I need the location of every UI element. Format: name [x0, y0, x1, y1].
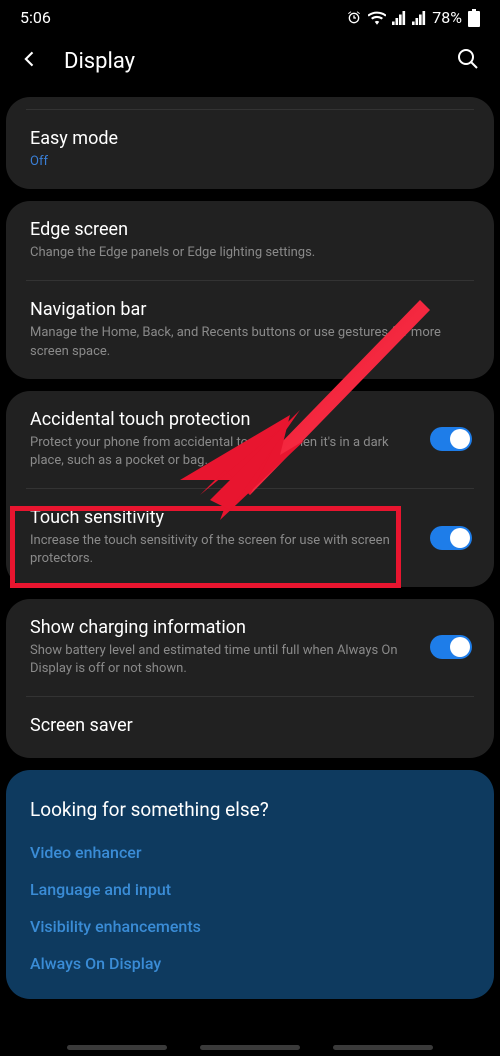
signal-icon-1 — [392, 11, 406, 25]
setting-easy-mode[interactable]: Easy mode Off — [6, 110, 494, 189]
setting-subtitle: Increase the touch sensitivity of the sc… — [30, 532, 404, 568]
recents-button[interactable] — [67, 1045, 167, 1050]
status-bar: 5:06 78% — [0, 0, 500, 31]
status-time: 5:06 — [20, 8, 51, 27]
battery-percent: 78% — [432, 8, 462, 27]
back-icon — [20, 49, 40, 69]
help-link-language-input[interactable]: Language and input — [30, 880, 470, 899]
status-icons: 78% — [346, 8, 480, 27]
setting-subtitle: Off — [30, 153, 470, 171]
help-link-video-enhancer[interactable]: Video enhancer — [30, 843, 470, 862]
help-title: Looking for something else? — [30, 798, 470, 821]
setting-navigation-bar[interactable]: Navigation bar Manage the Home, Back, an… — [6, 281, 494, 378]
setting-title: Show charging information — [30, 617, 404, 638]
setting-title: Edge screen — [30, 219, 470, 240]
search-icon — [456, 47, 480, 71]
setting-group: Easy mode Off — [6, 97, 494, 189]
toggle-switch[interactable] — [430, 635, 472, 659]
settings-content: Easy mode Off Edge screen Change the Edg… — [0, 91, 500, 999]
battery-icon — [468, 9, 480, 27]
setting-title: Easy mode — [30, 128, 470, 149]
help-card: Looking for something else? Video enhanc… — [6, 770, 494, 999]
setting-subtitle: Change the Edge panels or Edge lighting … — [30, 244, 470, 262]
home-button[interactable] — [200, 1045, 300, 1050]
help-link-always-on-display[interactable]: Always On Display — [30, 954, 470, 973]
signal-icon-2 — [412, 11, 426, 25]
alarm-icon — [346, 10, 362, 26]
setting-edge-screen[interactable]: Edge screen Change the Edge panels or Ed… — [6, 201, 494, 280]
app-header: Display — [0, 31, 500, 91]
setting-subtitle: Protect your phone from accidental touch… — [30, 434, 404, 470]
page-title: Display — [64, 49, 456, 74]
search-button[interactable] — [456, 47, 480, 75]
setting-title: Accidental touch protection — [30, 409, 404, 430]
setting-screen-saver[interactable]: Screen saver — [6, 697, 494, 758]
help-link-visibility[interactable]: Visibility enhancements — [30, 917, 470, 936]
navigation-bar — [0, 1045, 500, 1050]
setting-title: Touch sensitivity — [30, 507, 404, 528]
toggle-switch[interactable] — [430, 427, 472, 451]
setting-title: Navigation bar — [30, 299, 470, 320]
setting-accidental-touch[interactable]: Accidental touch protection Protect your… — [6, 391, 494, 488]
wifi-icon — [368, 11, 386, 25]
setting-subtitle: Manage the Home, Back, and Recents butto… — [30, 324, 470, 360]
setting-group: Accidental touch protection Protect your… — [6, 391, 494, 587]
back-button[interactable] — [20, 49, 40, 73]
setting-title: Screen saver — [30, 715, 470, 736]
setting-show-charging[interactable]: Show charging information Show battery l… — [6, 599, 494, 696]
setting-touch-sensitivity[interactable]: Touch sensitivity Increase the touch sen… — [6, 489, 494, 586]
toggle-switch[interactable] — [430, 526, 472, 550]
setting-group: Show charging information Show battery l… — [6, 599, 494, 758]
setting-subtitle: Show battery level and estimated time un… — [30, 642, 404, 678]
setting-group: Edge screen Change the Edge panels or Ed… — [6, 201, 494, 379]
back-nav-button[interactable] — [333, 1045, 433, 1050]
